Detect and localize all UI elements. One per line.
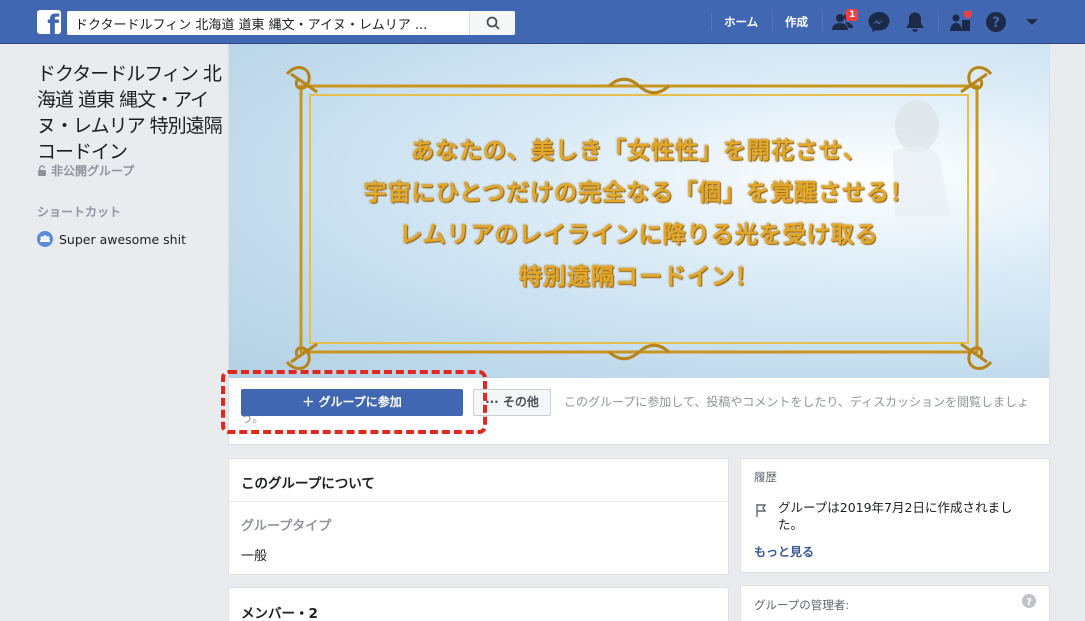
shortcut-item[interactable]: Super awesome shit <box>37 231 186 247</box>
history-card: 履歴 グループは2019年7月2日に作成されました。 もっと見る <box>740 458 1050 573</box>
nav-divider <box>938 13 939 31</box>
lock-icon <box>38 165 46 176</box>
admins-title: グループの管理者: <box>754 598 850 612</box>
cover-line: あなたの、美しき「女性性」を開花させ、 <box>411 137 867 164</box>
see-more-link[interactable]: もっと見る <box>754 543 814 560</box>
about-group-card: このグループについて グループタイプ 一般 <box>228 458 729 575</box>
nav-divider <box>711 13 712 31</box>
help-icon: ? <box>986 12 1006 32</box>
history-title: 履歴 <box>754 470 777 484</box>
quick-help-icon <box>950 10 972 31</box>
help-button[interactable]: ? <box>984 11 1008 33</box>
search-button[interactable] <box>469 11 515 35</box>
divider <box>229 501 728 502</box>
caret-down-icon <box>1026 19 1038 25</box>
members-title[interactable]: メンバー・2 <box>241 602 318 621</box>
highlight-dashed-box <box>221 370 487 434</box>
cover-line: レムリアのレイラインに降りる光を受け取る <box>399 221 879 248</box>
group-icon <box>37 231 53 247</box>
history-created-text: グループは2019年7月2日に作成されました。 <box>778 500 1013 532</box>
friend-requests-button[interactable]: 1 <box>831 9 859 33</box>
privacy-label-row: 非公開グループ <box>37 162 134 179</box>
facebook-logo-icon[interactable]: f <box>37 10 61 34</box>
svg-text:?: ? <box>992 15 1000 31</box>
home-link[interactable]: ホーム <box>724 14 758 30</box>
messenger-button[interactable] <box>867 11 891 33</box>
members-card: メンバー・2 <box>228 587 729 621</box>
flag-icon <box>756 504 767 517</box>
account-menu-button[interactable] <box>1020 11 1044 33</box>
shortcut-title: ショートカット <box>37 205 122 219</box>
search-input[interactable] <box>67 11 472 35</box>
create-link[interactable]: 作成 <box>785 14 808 30</box>
top-navigation-bar: f ホーム 作成 1 ? <box>0 0 1085 44</box>
cover-line: 宇宙にひとつだけの完全なる「個」を覚醒させる！ <box>363 179 915 206</box>
notifications-icon <box>906 12 924 32</box>
friend-requests-badge: 1 <box>846 9 859 21</box>
search-box <box>67 11 515 35</box>
nav-divider <box>822 13 823 31</box>
cover-photo[interactable]: あなたの、美しき「女性性」を開花させ、 宇宙にひとつだけの完全なる「個」を覚醒さ… <box>229 44 1049 378</box>
admins-card: グループの管理者: ? <box>740 585 1050 621</box>
messenger-icon <box>868 12 890 32</box>
notifications-button[interactable] <box>903 11 927 33</box>
cover-text: あなたの、美しき「女性性」を開花させ、 宇宙にひとつだけの完全なる「個」を覚醒さ… <box>229 130 1049 298</box>
group-name-title[interactable]: ドクタードルフィン 北海道 道東 縄文・アイヌ・レムリア 特別遠隔コードイン <box>37 61 223 165</box>
shortcut-item-label: Super awesome shit <box>59 232 186 247</box>
svg-text:?: ? <box>1026 597 1032 608</box>
search-icon <box>486 16 500 30</box>
nav-divider <box>772 13 773 31</box>
about-title: このグループについて <box>241 476 375 492</box>
cover-line: 特別遠隔コードイン！ <box>519 263 759 290</box>
privacy-label: 非公開グループ <box>51 164 135 178</box>
quick-help-button[interactable] <box>948 10 972 33</box>
group-type-value: 一般 <box>241 549 268 564</box>
group-type-label: グループタイプ <box>241 519 332 534</box>
help-icon[interactable]: ? <box>1022 594 1036 608</box>
